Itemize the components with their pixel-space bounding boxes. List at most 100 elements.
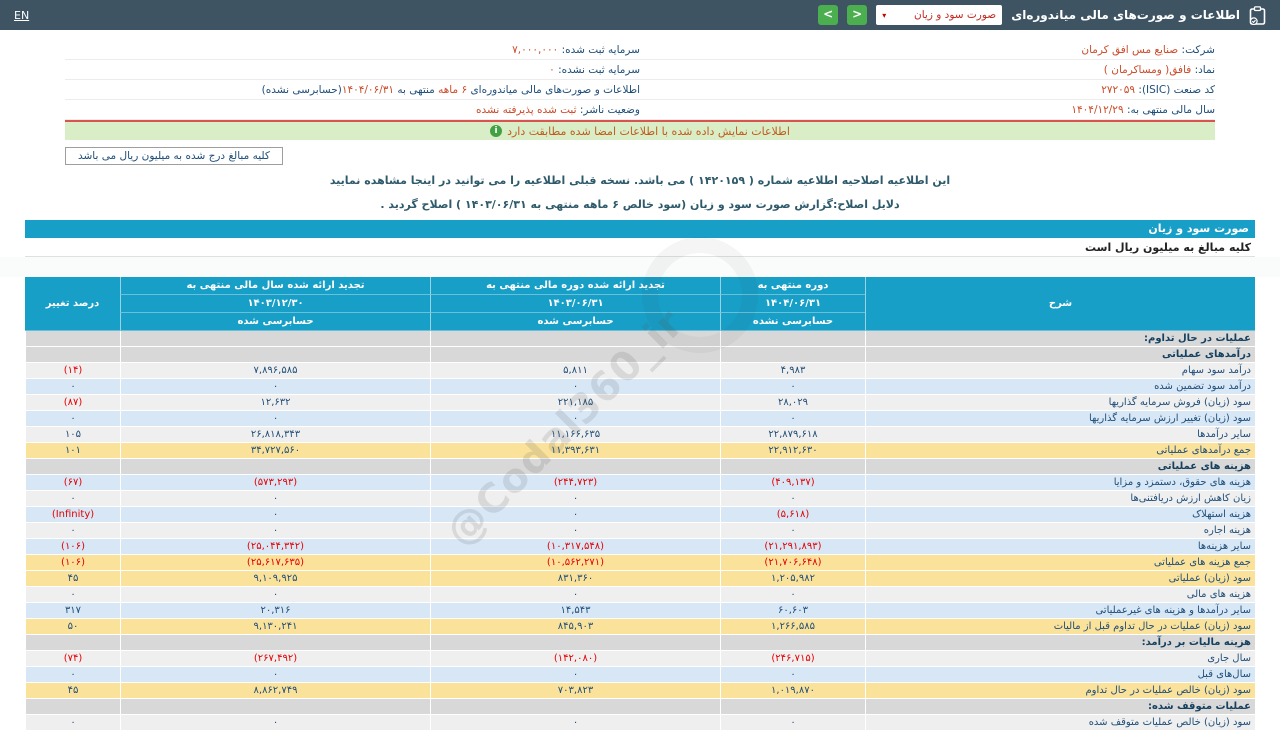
table-row: سایر درآمدها و هزینه های غیرعملیاتی ۶۰,۶۰… [25, 603, 1255, 619]
row-value: ۲۶,۸۱۸,۳۴۳ [120, 427, 430, 443]
fiscal-year-end: سال مالی منتهی به: ۱۴۰۴/۱۲/۲۹ [1071, 103, 1215, 116]
prev-button[interactable]: < [818, 5, 839, 25]
row-value: ۰ [720, 667, 865, 683]
row-percent [25, 331, 120, 347]
publisher-status: وضعیت ناشر: ثبت شده پذیرفته نشده [476, 103, 640, 116]
row-value: ۲۰,۳۱۶ [120, 603, 430, 619]
row-value: ۰ [120, 379, 430, 395]
table-row: سود (زیان) عملیات در حال تداوم قبل از ما… [25, 619, 1255, 635]
row-value: ۰ [720, 491, 865, 507]
table-row: جمع درآمدهای عملیاتی ۲۲,۹۱۲,۶۳۰ ۱۱,۳۹۳,۶۳۱… [25, 443, 1255, 459]
row-percent: (۸۷) [25, 395, 120, 411]
row-percent: (۷۴) [25, 651, 120, 667]
info-icon: i [490, 125, 503, 137]
row-percent: ۵۰ [25, 619, 120, 635]
row-value [430, 459, 720, 475]
company-row: سال مالی منتهی به: ۱۴۰۴/۱۲/۲۹ وضعیت ناشر… [65, 100, 1215, 120]
row-label: هزینه های مالی [865, 587, 1255, 603]
topbar: EN < > ▾ صورت سود و زیان اطلاعات و صورت‌… [0, 0, 1280, 30]
row-value: ۹,۱۰۹,۹۲۵ [120, 571, 430, 587]
row-value: ۰ [120, 715, 430, 731]
row-percent: ۴۵ [25, 571, 120, 587]
row-value: ۰ [720, 587, 865, 603]
header-col1-date: ۱۴۰۴/۰۶/۳۱ [720, 295, 865, 313]
row-label: زیان کاهش ارزش دریافتنی‌ها [865, 491, 1255, 507]
row-percent: ۰ [25, 379, 120, 395]
table-row: هزینه استهلاک (۵,۶۱۸) ۰ ۰ (Infinity) [25, 507, 1255, 523]
table-row: درآمد سود تضمین شده ۰ ۰ ۰ ۰ [25, 379, 1255, 395]
row-value [720, 699, 865, 715]
statement-dropdown[interactable]: ▾ صورت سود و زیان [876, 5, 1003, 25]
table-row: هزینه اجاره ۰ ۰ ۰ ۰ [25, 523, 1255, 539]
row-value: ۱۱,۱۶۶,۶۳۵ [430, 427, 720, 443]
row-label: درآمد سود تضمین شده [865, 379, 1255, 395]
row-value: ۰ [120, 523, 430, 539]
row-value: ۰ [430, 411, 720, 427]
correction-reason: دلایل اصلاح:گزارش صورت سود و زیان (سود خ… [380, 198, 900, 211]
row-value: (۲۵,۰۴۴,۳۴۲) [120, 539, 430, 555]
row-label: سود (زیان) خالص عملیات در حال تداوم [865, 683, 1255, 699]
row-value: (۲۶۷,۴۹۲) [120, 651, 430, 667]
row-value: ۰ [430, 379, 720, 395]
row-value: ۱۱,۳۹۳,۶۳۱ [430, 443, 720, 459]
row-value [120, 459, 430, 475]
row-value: ۰ [120, 507, 430, 523]
table-row: هزینه مالیات بر درآمد: [25, 635, 1255, 651]
header-col1-audit: حسابرسی نشده [720, 313, 865, 331]
row-value: ۰ [430, 523, 720, 539]
row-label: درآمد سود سهام [865, 363, 1255, 379]
row-value: ۰ [120, 587, 430, 603]
table-header: شرح دوره منتهی به ۱۴۰۴/۰۶/۳۱ حسابرسی نشد… [25, 277, 1255, 331]
header-col2-audit: حسابرسی شده [430, 313, 720, 331]
industry-code: کد صنعت (ISIC): ۲۷۲۰۵۹ [1101, 83, 1215, 96]
row-value: (۲۴۴,۷۲۳) [430, 475, 720, 491]
row-percent: (Infinity) [25, 507, 120, 523]
header-col2-date: ۱۴۰۳/۰۶/۳۱ [430, 295, 720, 313]
unregistered-capital: سرمایه ثبت نشده: ۰ [549, 63, 640, 76]
next-button[interactable]: > [847, 5, 868, 25]
statement-table: شرح دوره منتهی به ۱۴۰۴/۰۶/۳۱ حسابرسی نشد… [25, 277, 1255, 731]
row-label: سایر درآمدها و هزینه های غیرعملیاتی [865, 603, 1255, 619]
row-value: ۲۸,۰۲۹ [720, 395, 865, 411]
row-value [120, 331, 430, 347]
row-label: هزینه اجاره [865, 523, 1255, 539]
table-row: سود (زیان) خالص عملیات متوقف شده ۰ ۰ ۰ ۰ [25, 715, 1255, 731]
row-value: ۲۲,۹۱۲,۶۳۰ [720, 443, 865, 459]
row-label: عملیات در حال تداوم: [865, 331, 1255, 347]
table-row: هزینه های عملیاتی [25, 459, 1255, 475]
row-value: ۰ [720, 379, 865, 395]
row-label: جمع هزینه های عملیاتی [865, 555, 1255, 571]
row-value: (۲۱,۷۰۶,۶۴۸) [720, 555, 865, 571]
row-value: ۶۰,۶۰۳ [720, 603, 865, 619]
table-row: جمع هزینه های عملیاتی (۲۱,۷۰۶,۶۴۸) (۱۰,۵۶۲… [25, 555, 1255, 571]
row-label: سال جاری [865, 651, 1255, 667]
row-value [120, 347, 430, 363]
row-value [430, 331, 720, 347]
row-label: هزینه مالیات بر درآمد: [865, 635, 1255, 651]
row-percent: ۰ [25, 523, 120, 539]
row-value: ۱۴,۵۴۳ [430, 603, 720, 619]
table-row: سود (زیان) عملیاتی ۱,۲۰۵,۹۸۲ ۸۳۱,۳۶۰ ۹,۱۰۹,… [25, 571, 1255, 587]
row-label: هزینه های عملیاتی [865, 459, 1255, 475]
row-percent: ۴۵ [25, 683, 120, 699]
row-percent: ۰ [25, 587, 120, 603]
table-row: عملیات متوقف شده: [25, 699, 1255, 715]
row-value: ۱,۰۱۹,۸۷۰ [720, 683, 865, 699]
row-value: ۰ [430, 715, 720, 731]
table-row: سود (زیان) تغییر ارزش سرمایه گذاریها ۰ ۰ ۰ ۰ [25, 411, 1255, 427]
row-percent: ۰ [25, 715, 120, 731]
table-row: درآمدهای عملیاتی [25, 347, 1255, 363]
row-label: سایر درآمدها [865, 427, 1255, 443]
row-label: هزینه استهلاک [865, 507, 1255, 523]
row-value: ۰ [430, 507, 720, 523]
row-percent [25, 347, 120, 363]
row-label: عملیات متوقف شده: [865, 699, 1255, 715]
header-col3-audit: حسابرسی شده [120, 313, 430, 331]
header-col3-date: ۱۴۰۳/۱۲/۳۰ [120, 295, 430, 313]
row-value: ۰ [120, 491, 430, 507]
row-percent: ۳۱۷ [25, 603, 120, 619]
row-value: ۰ [720, 411, 865, 427]
row-value: (۴۰۹,۱۳۷) [720, 475, 865, 491]
language-link[interactable]: EN [14, 9, 29, 22]
row-percent: (۱۴) [25, 363, 120, 379]
